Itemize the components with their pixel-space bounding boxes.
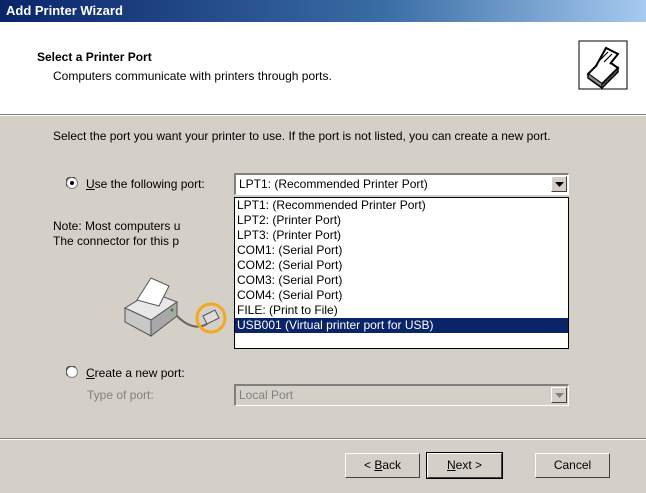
printer-port-icon — [578, 40, 628, 90]
port-select-dropdown-button[interactable] — [551, 176, 567, 192]
type-of-port-dropdown-button — [551, 387, 567, 403]
cancel-button[interactable]: Cancel — [535, 453, 610, 478]
port-select[interactable]: LPT1: (Recommended Printer Port) — [234, 173, 569, 195]
dropdown-item-lpt2[interactable]: LPT2: (Printer Port) — [235, 213, 568, 228]
chevron-down-icon — [555, 393, 564, 398]
header-subtitle: Computers communicate with printers thro… — [53, 69, 332, 83]
create-new-port-label[interactable]: Create a new port: — [86, 366, 185, 380]
back-button[interactable]: < Back — [345, 453, 420, 478]
dropdown-item-com4[interactable]: COM4: (Serial Port) — [235, 288, 568, 303]
type-of-port-select: Local Port — [234, 384, 569, 406]
dropdown-item-file[interactable]: FILE: (Print to File) — [235, 303, 568, 318]
window-title: Add Printer Wizard — [6, 3, 123, 18]
footer-separator-highlight — [0, 439, 646, 440]
title-bar: Add Printer Wizard — [0, 0, 646, 22]
instruction-text: Select the port you want your printer to… — [53, 129, 551, 143]
header-title: Select a Printer Port — [37, 50, 152, 64]
header-separator — [0, 115, 646, 116]
type-of-port-value: Local Port — [239, 388, 294, 402]
wizard-header: Select a Printer Port Computers communic… — [0, 22, 646, 115]
port-dropdown-list[interactable]: LPT1: (Recommended Printer Port) LPT2: (… — [234, 197, 569, 349]
dropdown-item-com3[interactable]: COM3: (Serial Port) — [235, 273, 568, 288]
use-following-port-label[interactable]: Use the following port: — [86, 177, 205, 191]
dropdown-item-com1[interactable]: COM1: (Serial Port) — [235, 243, 568, 258]
add-printer-wizard-window: Add Printer Wizard Select a Printer Port… — [0, 0, 646, 493]
dropdown-item-lpt1[interactable]: LPT1: (Recommended Printer Port) — [235, 198, 568, 213]
chevron-down-icon — [555, 182, 564, 187]
dropdown-item-com2[interactable]: COM2: (Serial Port) — [235, 258, 568, 273]
type-of-port-label: Type of port: — [87, 388, 154, 402]
dropdown-item-usb001[interactable]: USB001 (Virtual printer port for USB) — [235, 318, 568, 333]
dropdown-item-lpt3[interactable]: LPT3: (Printer Port) — [235, 228, 568, 243]
next-button[interactable]: Next > — [426, 452, 503, 479]
port-select-value: LPT1: (Recommended Printer Port) — [239, 177, 428, 191]
port-note: Note: Most computers u The connector for… — [53, 219, 181, 248]
use-following-port-radio[interactable] — [66, 177, 78, 189]
create-new-port-radio[interactable] — [66, 366, 78, 378]
